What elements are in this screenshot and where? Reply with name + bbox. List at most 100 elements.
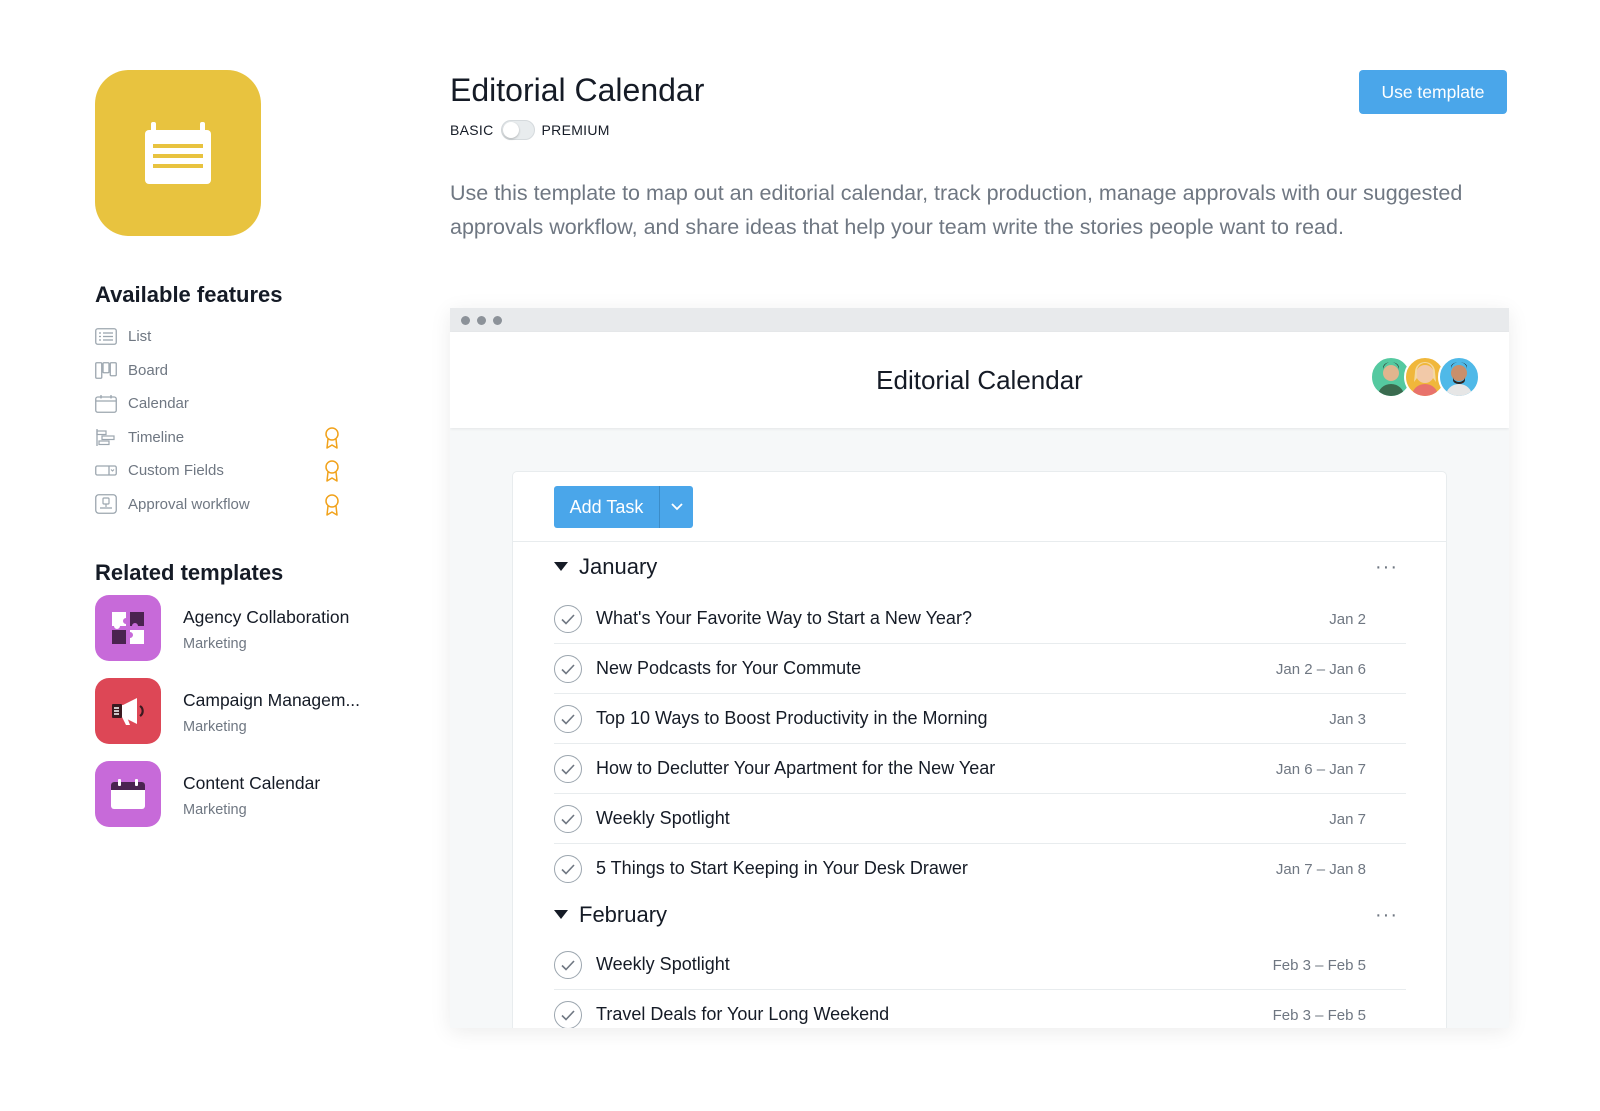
feature-list: List [95,320,355,354]
feature-label: Timeline [128,428,185,446]
related-template-content-calendar[interactable]: Content Calendar Marketing [95,761,395,844]
template-icon [95,70,261,236]
feature-timeline: Timeline [95,421,355,455]
feature-approval-workflow: Approval workflow [95,488,355,522]
approval-icon [95,494,117,515]
list-icon [95,328,117,346]
task-name[interactable]: 5 Things to Start Keeping in Your Desk D… [596,858,968,879]
task-name[interactable]: What's Your Favorite Way to Start a New … [596,608,972,629]
task-date: Jan 2 – Jan 6 [1275,661,1366,678]
window-dot [493,315,502,325]
related-template-campaign-management[interactable]: Campaign Managem... Marketing [95,678,395,761]
premium-badge-icon [324,460,340,486]
related-template-category: Marketing [183,802,247,818]
plan-basic-label: BASIC [450,122,494,138]
section-more-icon[interactable]: ··· [1375,556,1398,579]
feature-label: List [128,328,152,346]
section-february[interactable]: February ··· [513,894,1446,940]
task-name[interactable]: New Podcasts for Your Commute [596,658,861,679]
task-date: Jan 7 – Jan 8 [1275,861,1366,878]
feature-custom-fields: Custom Fields [95,454,355,488]
related-template-name[interactable]: Content Calendar [183,773,320,794]
premium-badge-icon [324,426,340,453]
avatar[interactable] [1438,356,1480,398]
calendar-icon [111,779,145,809]
notepad-icon [145,122,211,184]
template-description: Use this template to map out an editoria… [450,181,1463,239]
check-icon[interactable] [554,705,582,733]
check-icon[interactable] [554,1001,582,1028]
task-toolbar: Add Task [513,472,1446,542]
task-date: Jan 6 – Jan 7 [1275,761,1366,778]
puzzle-icon [112,612,144,644]
task-row[interactable]: 5 Things to Start Keeping in Your Desk D… [554,844,1406,894]
task-row[interactable]: Travel Deals for Your Long Weekend Feb 3… [554,990,1406,1028]
add-task-button[interactable]: Add Task [554,486,659,528]
task-date: Jan 7 [1329,811,1366,828]
caret-down-icon[interactable] [554,910,568,919]
task-row[interactable]: New Podcasts for Your Commute Jan 2 – Ja… [554,644,1406,694]
related-template-thumb[interactable] [95,761,161,827]
check-icon[interactable] [554,655,582,683]
feature-label: Custom Fields [128,462,224,480]
check-icon[interactable] [554,805,582,833]
features-heading: Available features [95,282,283,307]
task-name[interactable]: Weekly Spotlight [596,808,730,829]
member-avatars[interactable] [1370,356,1480,398]
project-title: Editorial Calendar [876,365,1083,395]
related-templates-list: Agency Collaboration Marketing Campaign … [95,595,395,844]
premium-badge-icon [324,493,340,520]
custom-fields-icon [95,462,117,480]
task-date: Feb 3 – Feb 5 [1272,1007,1366,1024]
related-template-name[interactable]: Campaign Managem... [183,690,360,711]
section-name: February [579,902,668,927]
section-more-icon[interactable]: ··· [1375,904,1398,927]
task-name[interactable]: Weekly Spotlight [596,954,730,975]
section-name: January [579,554,658,579]
related-template-thumb[interactable] [95,595,161,661]
feature-calendar: Calendar [95,387,355,421]
feature-label: Approval workflow [128,495,250,513]
project-header: Editorial Calendar [450,332,1509,428]
task-date: Feb 3 – Feb 5 [1272,957,1366,974]
task-name[interactable]: Travel Deals for Your Long Weekend [596,1004,889,1025]
board-icon [95,361,117,379]
check-icon[interactable] [554,755,582,783]
calendar-icon [95,394,117,413]
toggle-knob [502,122,519,138]
plan-premium-label: PREMIUM [541,122,610,138]
related-template-name[interactable]: Agency Collaboration [183,607,349,628]
related-template-category: Marketing [183,636,247,652]
page-title: Editorial Calendar [450,72,705,108]
task-row[interactable]: Top 10 Ways to Boost Productivity in the… [554,694,1406,744]
add-task-group: Add Task [554,486,693,528]
task-date: Jan 2 [1329,611,1366,628]
caret-down-icon[interactable] [554,562,568,571]
feature-board: Board [95,354,355,388]
task-row[interactable]: Weekly Spotlight Feb 3 – Feb 5 [554,940,1406,990]
use-template-button[interactable]: Use template [1359,70,1507,114]
check-icon[interactable] [554,951,582,979]
task-row[interactable]: What's Your Favorite Way to Start a New … [554,594,1406,644]
check-icon[interactable] [554,855,582,883]
check-icon[interactable] [554,605,582,633]
plan-toggle: BASIC PREMIUM [450,120,610,140]
window-chrome-bar [450,308,1509,332]
related-template-agency-collaboration[interactable]: Agency Collaboration Marketing [95,595,395,678]
task-row[interactable]: Weekly Spotlight Jan 7 [554,794,1406,844]
plan-toggle-switch[interactable] [500,120,535,140]
megaphone-icon [112,698,144,725]
window-dot [477,315,486,325]
add-task-dropdown[interactable] [659,486,693,528]
task-name[interactable]: How to Declutter Your Apartment for the … [596,758,995,779]
task-row[interactable]: How to Declutter Your Apartment for the … [554,744,1406,794]
feature-label: Calendar [128,395,189,413]
section-january[interactable]: January ··· [513,542,1446,594]
window-dot [461,315,470,325]
features-list: List Board Calendar Timeline Custom Fiel… [95,320,355,521]
chevron-down-icon [670,503,683,511]
related-template-thumb[interactable] [95,678,161,744]
timeline-icon [95,428,117,446]
feature-label: Board [128,361,169,379]
task-name[interactable]: Top 10 Ways to Boost Productivity in the… [596,708,988,729]
